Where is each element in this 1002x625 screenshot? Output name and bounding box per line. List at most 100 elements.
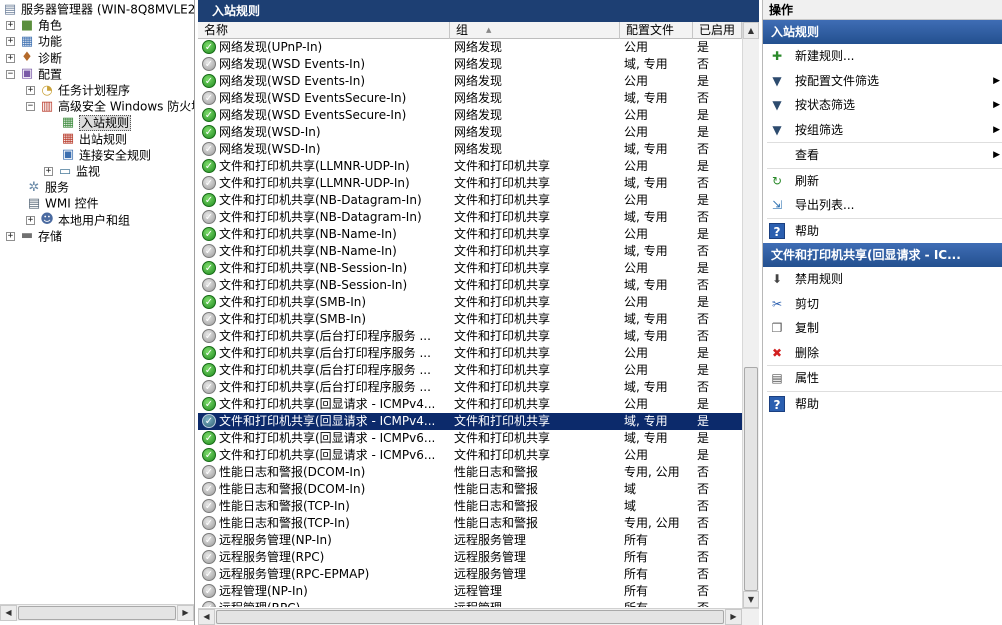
tree-item[interactable]: + ▦ 功能	[6, 33, 62, 49]
column-header-group[interactable]: 组 ▲	[450, 22, 620, 39]
vertical-scrollbar[interactable]: ▲ ▼	[742, 22, 759, 608]
table-row[interactable]: ✓ 性能日志和警报(TCP-In) 性能日志和警报 专用, 公用 否	[198, 515, 742, 532]
collapse-icon[interactable]: −	[26, 102, 35, 112]
tree-item[interactable]: ▣ 连接安全规则	[60, 147, 151, 163]
table-row[interactable]: ✓ 文件和打印机共享(回显请求 - ICMPv6... 文件和打印机共享 域, 专用 是	[198, 430, 742, 447]
action-item[interactable]: ❐ 复制	[763, 316, 1002, 341]
tree-item[interactable]: − ▥ 高级安全 Windows 防火墙	[26, 98, 194, 114]
scroll-up-arrow-icon[interactable]: ▲	[743, 22, 759, 39]
actions-section-selected-rule[interactable]: 文件和打印机共享(回显请求 - IC...	[763, 243, 1002, 267]
tree-item[interactable]: + ■ 角色	[6, 17, 62, 33]
action-item[interactable]: 查看 ▶	[763, 143, 1002, 168]
scroll-thumb[interactable]	[216, 610, 724, 624]
table-row[interactable]: ✓ 远程服务管理(NP-In) 远程服务管理 所有 否	[198, 532, 742, 549]
rule-enabled-cell: 否	[697, 176, 710, 190]
rule-disabled-icon: ✓	[202, 56, 216, 71]
table-row[interactable]: ✓ 文件和打印机共享(后台打印程序服务 ... 文件和打印机共享 公用 是	[198, 345, 742, 362]
expand-icon[interactable]: +	[6, 53, 15, 63]
table-row[interactable]: ✓ 文件和打印机共享(回显请求 - ICMPv4... 文件和打印机共享 公用 是	[198, 396, 742, 413]
table-row[interactable]: ✓ 远程服务管理(RPC) 远程服务管理 所有 否	[198, 549, 742, 566]
rule-profile-cell: 域, 专用	[624, 329, 668, 343]
rule-profile-cell: 公用	[624, 125, 649, 139]
table-row[interactable]: ✓ 远程服务管理(RPC-EPMAP) 远程服务管理 所有 否	[198, 566, 742, 583]
table-row[interactable]: ✓远程管理(RPC) 远程管理所有否	[198, 600, 742, 607]
column-header-enabled[interactable]: 已启用	[693, 22, 742, 39]
action-item[interactable]: ✂ 剪切	[763, 292, 1002, 317]
tree-item[interactable]: ▤ WMI 控件	[26, 195, 99, 211]
scroll-left-arrow-icon[interactable]: ◀	[0, 605, 17, 621]
table-row[interactable]: ✓ 文件和打印机共享(NB-Name-In) 文件和打印机共享 域, 专用 否	[198, 243, 742, 260]
tree-item[interactable]: + ▭ 监视	[44, 163, 100, 179]
tree-horizontal-scrollbar[interactable]: ◀ ▶	[0, 604, 194, 621]
expand-icon[interactable]: +	[44, 167, 53, 176]
expand-icon[interactable]: +	[6, 21, 15, 31]
action-item[interactable]: ▼ 按配置文件筛选 ▶	[763, 69, 1002, 94]
table-row[interactable]: ✓ 网络发现(WSD Events-In) 网络发现 公用 是	[198, 73, 742, 90]
table-row[interactable]: ✓ 网络发现(UPnP-In) 网络发现 公用 是	[198, 39, 742, 56]
table-row[interactable]: ✓ 网络发现(WSD-In) 网络发现 公用 是	[198, 124, 742, 141]
table-row[interactable]: ✓ 文件和打印机共享(NB-Datagram-In) 文件和打印机共享 域, 专用 否	[198, 209, 742, 226]
table-row[interactable]: ✓ 文件和打印机共享(后台打印程序服务 ... 文件和打印机共享 域, 专用 否	[198, 379, 742, 396]
action-item[interactable]: ▤ 属性	[763, 366, 1002, 391]
action-item[interactable]: ? 帮助	[763, 392, 1002, 417]
table-row[interactable]: ✓ 性能日志和警报(TCP-In) 性能日志和警报 域 否	[198, 498, 742, 515]
table-row[interactable]: ✓ 文件和打印机共享(回显请求 - ICMPv4... 文件和打印机共享 域, 专用 是	[198, 413, 742, 430]
rule-enabled-cell: 否	[697, 329, 710, 343]
table-row[interactable]: ✓ 文件和打印机共享(NB-Session-In) 文件和打印机共享 公用 是	[198, 260, 742, 277]
tree-item[interactable]: ▤ 服务器管理器 (WIN-8Q8MVLE22Q	[2, 1, 194, 17]
action-item[interactable]: ⬇ 禁用规则	[763, 267, 1002, 292]
tree-item[interactable]: + ☻ 本地用户和组	[26, 212, 130, 228]
table-row[interactable]: ✓ 文件和打印机共享(回显请求 - ICMPv6... 文件和打印机共享 公用 是	[198, 447, 742, 464]
expand-icon[interactable]: +	[6, 37, 15, 47]
tree-item[interactable]: + ◔ 任务计划程序	[26, 82, 130, 98]
filter-icon: ▼	[772, 73, 782, 88]
action-label: 新建规则...	[795, 49, 855, 63]
tree-item[interactable]: + ▬ 存储	[6, 228, 62, 244]
table-row[interactable]: ✓ 文件和打印机共享(NB-Session-In) 文件和打印机共享 域, 专用 否	[198, 277, 742, 294]
table-row[interactable]: ✓ 性能日志和警报(DCOM-In) 性能日志和警报 域 否	[198, 481, 742, 498]
action-item[interactable]: ↻ 刷新	[763, 169, 1002, 194]
scroll-right-arrow-icon[interactable]: ▶	[725, 609, 742, 625]
column-header-profile[interactable]: 配置文件	[620, 22, 693, 39]
table-row[interactable]: ✓ 文件和打印机共享(后台打印程序服务 ... 文件和打印机共享 域, 专用 否	[198, 328, 742, 345]
action-item[interactable]: ⇲ 导出列表...	[763, 193, 1002, 218]
submenu-arrow-icon: ▶	[993, 150, 1000, 160]
scroll-left-arrow-icon[interactable]: ◀	[198, 609, 215, 625]
tree-item-label: 服务	[45, 180, 70, 195]
actions-section-inbound-rules[interactable]: 入站规则	[763, 20, 1002, 44]
action-item[interactable]: ▼ 按组筛选 ▶	[763, 118, 1002, 143]
table-row[interactable]: ✓ 网络发现(WSD-In) 网络发现 域, 专用 否	[198, 141, 742, 158]
table-row[interactable]: ✓ 文件和打印机共享(SMB-In) 文件和打印机共享 公用 是	[198, 294, 742, 311]
action-item[interactable]: ? 帮助	[763, 219, 1002, 244]
tree-item[interactable]: ▦ 出站规则	[60, 131, 127, 147]
table-row[interactable]: ✓ 网络发现(WSD EventsSecure-In) 网络发现 公用 是	[198, 107, 742, 124]
rule-enabled-cell: 是	[697, 74, 710, 88]
tree-item[interactable]: ✲ 服务	[26, 179, 69, 195]
column-header-name[interactable]: 名称	[198, 22, 450, 39]
table-row[interactable]: ✓ 网络发现(WSD Events-In) 网络发现 域, 专用 否	[198, 56, 742, 73]
table-row[interactable]: ✓ 文件和打印机共享(LLMNR-UDP-In) 文件和打印机共享 域, 专用 否	[198, 175, 742, 192]
center-horizontal-scrollbar[interactable]: ◀ ▶	[198, 608, 759, 625]
table-row[interactable]: ✓ 文件和打印机共享(NB-Name-In) 文件和打印机共享 公用 是	[198, 226, 742, 243]
action-item[interactable]: ▼ 按状态筛选 ▶	[763, 93, 1002, 118]
table-row[interactable]: ✓ 文件和打印机共享(NB-Datagram-In) 文件和打印机共享 公用 是	[198, 192, 742, 209]
scroll-thumb[interactable]	[744, 367, 758, 591]
expand-icon[interactable]: +	[6, 231, 15, 241]
expand-icon[interactable]: +	[26, 86, 35, 95]
table-row[interactable]: ✓ 文件和打印机共享(SMB-In) 文件和打印机共享 域, 专用 否	[198, 311, 742, 328]
table-row[interactable]: ✓ 远程管理(NP-In) 远程管理 所有 否	[198, 583, 742, 600]
action-item[interactable]: ✖ 删除	[763, 341, 1002, 366]
scroll-down-arrow-icon[interactable]: ▼	[743, 591, 759, 608]
collapse-icon[interactable]: −	[6, 69, 15, 79]
table-row[interactable]: ✓ 文件和打印机共享(LLMNR-UDP-In) 文件和打印机共享 公用 是	[198, 158, 742, 175]
scroll-thumb[interactable]	[18, 606, 176, 620]
scroll-right-arrow-icon[interactable]: ▶	[177, 605, 194, 621]
tree-item[interactable]: − ▣ 配置	[6, 66, 62, 82]
tree-item[interactable]: ▦ 入站规则	[60, 114, 132, 131]
table-row[interactable]: ✓ 文件和打印机共享(后台打印程序服务 ... 文件和打印机共享 公用 是	[198, 362, 742, 379]
table-row[interactable]: ✓ 性能日志和警报(DCOM-In) 性能日志和警报 专用, 公用 否	[198, 464, 742, 481]
tree-item[interactable]: + ♦ 诊断	[6, 50, 62, 66]
expand-icon[interactable]: +	[26, 215, 35, 225]
action-item[interactable]: ✚ 新建规则...	[763, 44, 1002, 69]
table-row[interactable]: ✓ 网络发现(WSD EventsSecure-In) 网络发现 域, 专用 否	[198, 90, 742, 107]
